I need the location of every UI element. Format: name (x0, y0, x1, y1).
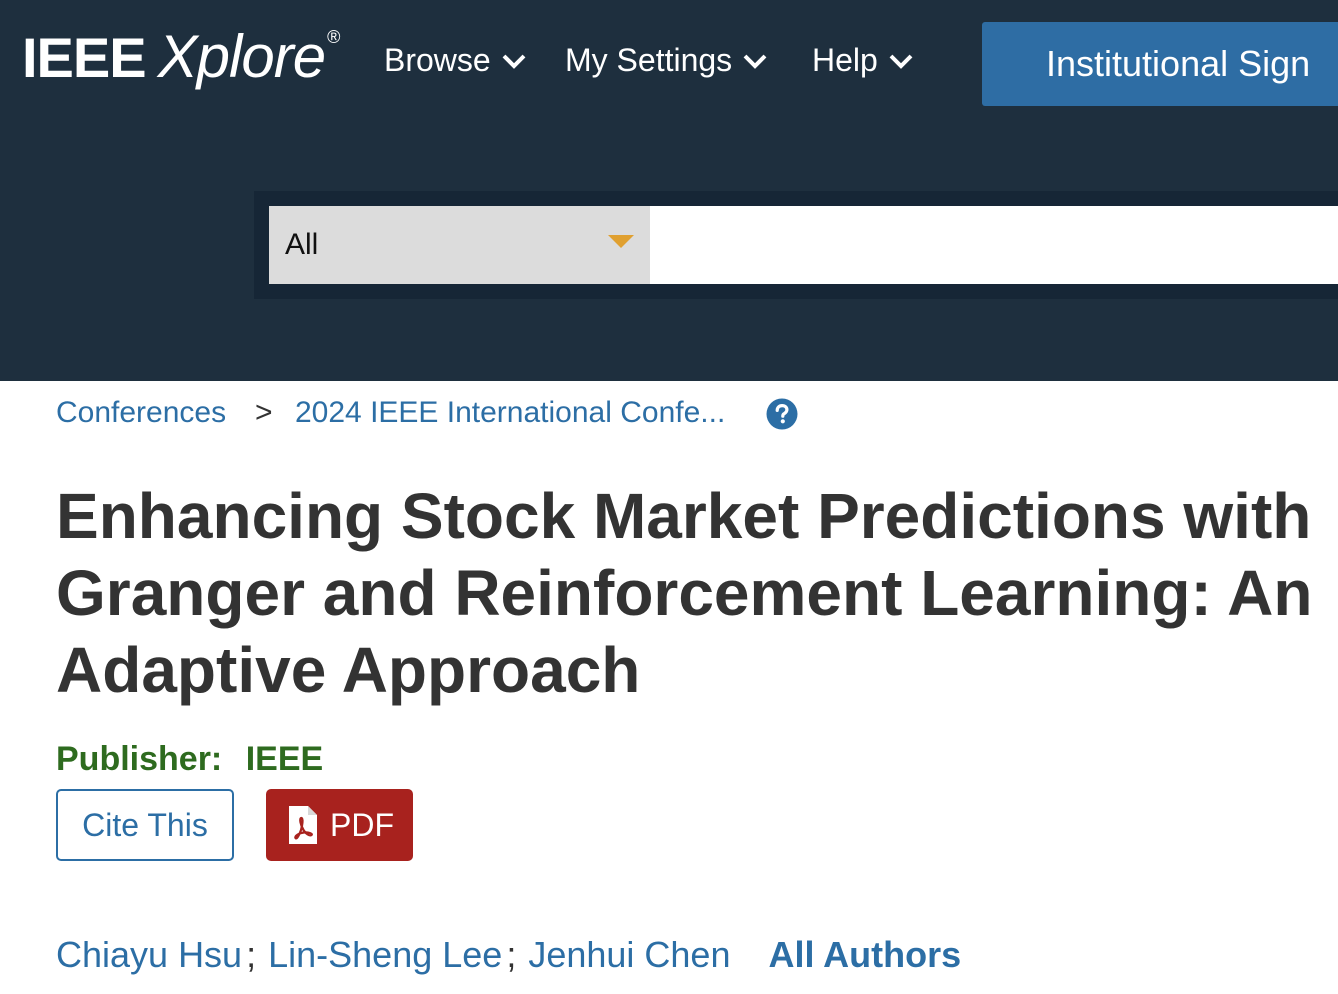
author-link[interactable]: Jenhui Chen (528, 934, 730, 975)
nav-browse[interactable]: Browse (384, 42, 527, 79)
cite-this-button[interactable]: Cite This (56, 789, 234, 861)
nav-my-settings[interactable]: My Settings (565, 42, 768, 79)
search-input[interactable] (650, 206, 1338, 284)
breadcrumb-conference-event[interactable]: 2024 IEEE International Confe... (295, 396, 725, 430)
search-scope-value: All (285, 228, 319, 261)
search-scope-select[interactable]: All (269, 206, 650, 284)
publisher-name: IEEE (245, 740, 324, 778)
author-list: Chiayu Hsu; Lin-Sheng Lee; Jenhui Chen All … (56, 934, 961, 976)
nav-my-settings-label: My Settings (565, 42, 733, 78)
nav-browse-label: Browse (384, 42, 491, 78)
ieee-xplore-logo[interactable]: IEEE Xplore ® (22, 22, 340, 91)
institutional-sign-in-button[interactable]: Institutional Sign (982, 22, 1338, 106)
site-header: IEEE Xplore ® Browse My Settings Help In… (0, 0, 1338, 381)
author-separator: ; (246, 934, 257, 975)
question-circle-icon[interactable] (766, 398, 798, 430)
author-link[interactable]: Chiayu Hsu (56, 934, 242, 975)
breadcrumb-conferences[interactable]: Conferences (56, 396, 226, 430)
acrobat-pdf-icon (289, 806, 317, 844)
logo-product: Xplore (157, 23, 326, 90)
author-separator: ; (506, 934, 517, 975)
pdf-button-label: PDF (330, 807, 394, 843)
chevron-down-icon (743, 54, 767, 69)
publisher-line: Publisher: IEEE (56, 740, 323, 779)
pdf-button[interactable]: PDF (266, 789, 413, 861)
logo-registered-mark: ® (327, 27, 341, 47)
breadcrumb-separator: > (255, 396, 273, 429)
chevron-down-icon (889, 54, 913, 69)
author-link[interactable]: Lin-Sheng Lee (268, 934, 502, 975)
article-title: Enhancing Stock Market Predictions with … (56, 480, 1313, 706)
publisher-label: Publisher: (56, 740, 223, 778)
all-authors-link[interactable]: All Authors (768, 934, 961, 975)
caret-down-icon (608, 235, 634, 248)
logo-brand: IEEE (22, 26, 147, 89)
nav-help-label: Help (812, 42, 878, 78)
nav-help[interactable]: Help (812, 42, 914, 79)
chevron-down-icon (502, 54, 526, 69)
